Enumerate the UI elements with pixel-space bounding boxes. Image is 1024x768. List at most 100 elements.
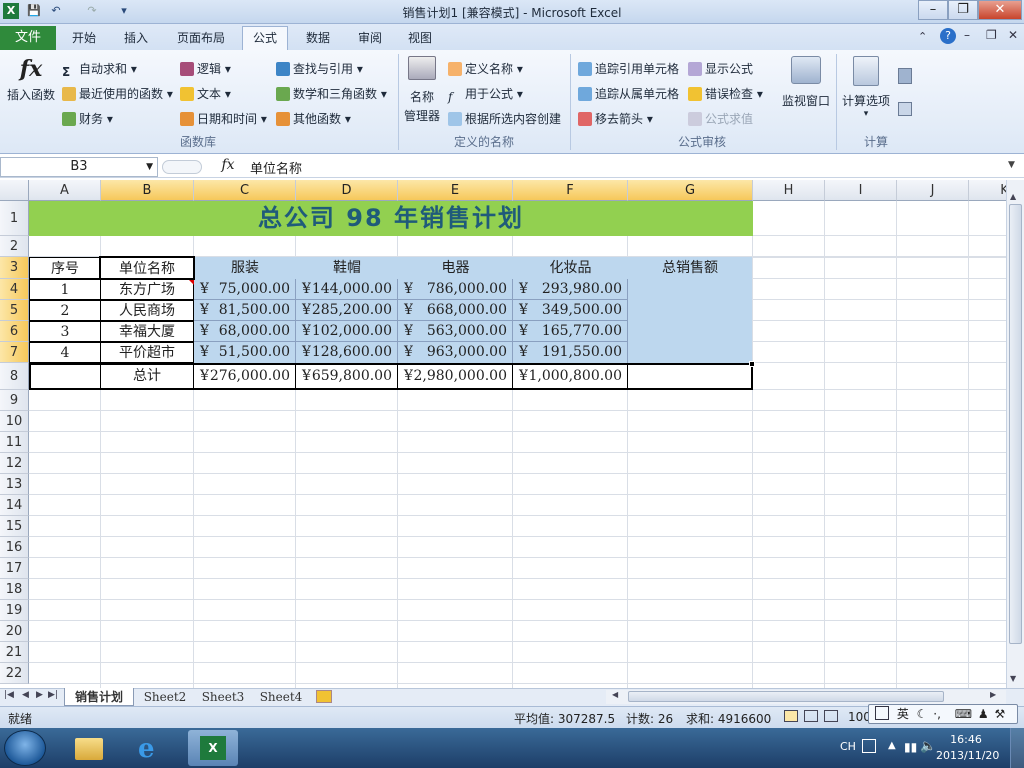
maximize-button[interactable]: ❐ (948, 0, 978, 20)
table-cell-index[interactable]: 1 (29, 279, 101, 300)
row-header[interactable]: 13 (0, 474, 29, 495)
ime-lang[interactable]: 英 (897, 707, 909, 721)
table-cell-money[interactable]: ¥563,000.00 (398, 321, 513, 342)
table-cell-money[interactable]: ¥165,770.00 (513, 321, 628, 342)
row-header[interactable]: 7 (0, 342, 29, 363)
error-checking-button[interactable]: 错误检查 ▾ (688, 85, 763, 102)
table-cell-money[interactable]: ¥191,550.00 (513, 342, 628, 363)
minimize-button[interactable]: – (918, 0, 948, 20)
name-box[interactable]: B3 ▼ (0, 157, 158, 177)
table-cell-money[interactable]: ¥293,980.00 (513, 279, 628, 300)
header-cell[interactable]: 化妆品 (513, 257, 628, 279)
ribbon-collapse-icon[interactable]: ⌃ (918, 30, 927, 43)
settings-icon[interactable]: ⚒ (994, 707, 1005, 721)
table-cell-money[interactable]: ¥128,600.00 (296, 342, 398, 363)
calc-now-icon[interactable] (898, 68, 912, 84)
row-header[interactable]: 18 (0, 579, 29, 600)
row-header[interactable]: 9 (0, 390, 29, 411)
calc-options-button[interactable]: 计算选项 ▾ (838, 56, 894, 119)
tab-formulas[interactable]: 公式 (242, 26, 288, 50)
autosum-button[interactable]: Σ 自动求和 ▾ (62, 60, 137, 79)
name-box-dropdown-icon[interactable]: ▼ (146, 158, 153, 176)
sheet-nav-first-icon[interactable]: |◀ (4, 690, 14, 700)
row-header[interactable]: 1 (0, 201, 29, 236)
table-cell-money[interactable]: ¥285,200.00 (296, 300, 398, 321)
calc-sheet-icon[interactable] (898, 102, 912, 116)
tab-view[interactable]: 视图 (400, 26, 440, 50)
horizontal-scrollbar[interactable]: ◀ ▶ (606, 690, 1006, 704)
header-cell[interactable]: 电器 (398, 257, 513, 279)
row-header[interactable]: 5 (0, 300, 29, 321)
tab-data[interactable]: 数据 (298, 26, 338, 50)
worksheet-grid[interactable]: A B C D E F G H I J K 1 2 3 4 5 6 7 8 9 … (0, 180, 1006, 688)
hscroll-thumb[interactable] (628, 691, 944, 702)
evaluate-formula-button[interactable]: 公式求值 (688, 110, 753, 127)
remove-arrows-button[interactable]: 移去箭头 ▾ (578, 110, 653, 127)
tab-review[interactable]: 审阅 (350, 26, 390, 50)
col-header-e[interactable]: E (398, 180, 513, 201)
ime-logo-icon[interactable] (875, 706, 889, 720)
wb-minimize-icon[interactable]: – (964, 28, 970, 42)
row-header[interactable]: 22 (0, 663, 29, 684)
col-header-f[interactable]: F (513, 180, 628, 201)
table-cell-money[interactable]: ¥75,000.00 (194, 279, 296, 300)
col-header-b[interactable]: B (101, 180, 194, 201)
table-cell-money[interactable]: ¥51,500.00 (194, 342, 296, 363)
trace-precedents-button[interactable]: 追踪引用单元格 (578, 60, 679, 77)
create-from-selection-button[interactable]: 根据所选内容创建 (448, 110, 561, 127)
tray-ime-icon[interactable] (862, 739, 876, 753)
row-header[interactable]: 12 (0, 453, 29, 474)
table-cell-money[interactable]: ¥786,000.00 (398, 279, 513, 300)
hscroll-left-icon[interactable]: ◀ (612, 690, 618, 699)
row-header[interactable]: 14 (0, 495, 29, 516)
tab-insert[interactable]: 插入 (114, 26, 158, 50)
row-header[interactable]: 17 (0, 558, 29, 579)
table-cell-money[interactable]: ¥668,000.00 (398, 300, 513, 321)
tray-network-icon[interactable]: ▮▮ (904, 740, 917, 754)
page-layout-view-icon[interactable] (804, 710, 818, 722)
sheet-tab[interactable]: Sheet3 (196, 688, 250, 706)
col-header-a[interactable]: A (29, 180, 101, 201)
table-cell-money[interactable]: ¥349,500.00 (513, 300, 628, 321)
total-money-cell[interactable]: ¥2,980,000.00 (398, 365, 512, 388)
wb-close-icon[interactable]: ✕ (1008, 28, 1018, 42)
define-name-button[interactable]: 定义名称 ▾ (448, 60, 523, 77)
insert-function-icon[interactable]: fx (214, 157, 242, 173)
header-cell[interactable]: 鞋帽 (296, 257, 398, 279)
lookup-button[interactable]: 查找与引用 ▾ (276, 60, 363, 77)
tab-page-layout[interactable]: 页面布局 (170, 26, 232, 50)
table-cell-unit[interactable]: 幸福大厦 (100, 321, 194, 342)
start-button[interactable] (4, 730, 46, 766)
row-header[interactable]: 3 (0, 257, 29, 279)
formula-bar-expand-handle[interactable] (162, 160, 202, 174)
total-money-cell[interactable]: ¥276,000.00 (194, 365, 295, 388)
show-desktop-button[interactable] (1010, 728, 1024, 768)
watch-window-button[interactable]: 监视窗口 (778, 56, 834, 109)
show-formulas-button[interactable]: 显示公式 (688, 60, 753, 77)
sheet-tab-active[interactable]: 销售计划 (64, 688, 134, 706)
scroll-down-icon[interactable]: ▼ (1010, 674, 1016, 683)
row-header[interactable]: 11 (0, 432, 29, 453)
financial-button[interactable]: 财务 ▾ (62, 110, 113, 127)
ime-toolbar[interactable]: 英 ☾ ·, ⌨ ♟ ⚒ (868, 704, 1018, 724)
col-header-i[interactable]: I (825, 180, 897, 201)
header-cell[interactable]: 序号 (29, 257, 101, 279)
explorer-taskbar-button[interactable] (64, 730, 114, 766)
user-icon[interactable]: ♟ (978, 707, 989, 721)
page-break-view-icon[interactable] (824, 710, 838, 722)
table-cell-money[interactable]: ¥81,500.00 (194, 300, 296, 321)
col-header-g[interactable]: G (628, 180, 753, 201)
table-cell-money[interactable]: ¥963,000.00 (398, 342, 513, 363)
table-cell-money[interactable]: ¥68,000.00 (194, 321, 296, 342)
row-header[interactable]: 6 (0, 321, 29, 342)
col-header-d[interactable]: D (296, 180, 398, 201)
recent-functions-button[interactable]: 最近使用的函数 ▾ (62, 85, 173, 102)
tab-file[interactable]: 文件 (0, 26, 56, 50)
table-cell-unit[interactable]: 平价超市 (100, 342, 194, 363)
row-header[interactable]: 16 (0, 537, 29, 558)
sheet-nav-next-icon[interactable]: ▶ (36, 690, 43, 700)
row-header[interactable]: 4 (0, 279, 29, 300)
row-header[interactable]: 2 (0, 236, 29, 257)
tray-show-hidden-icon[interactable]: ▲ (888, 740, 896, 751)
more-functions-button[interactable]: 其他函数 ▾ (276, 110, 351, 127)
